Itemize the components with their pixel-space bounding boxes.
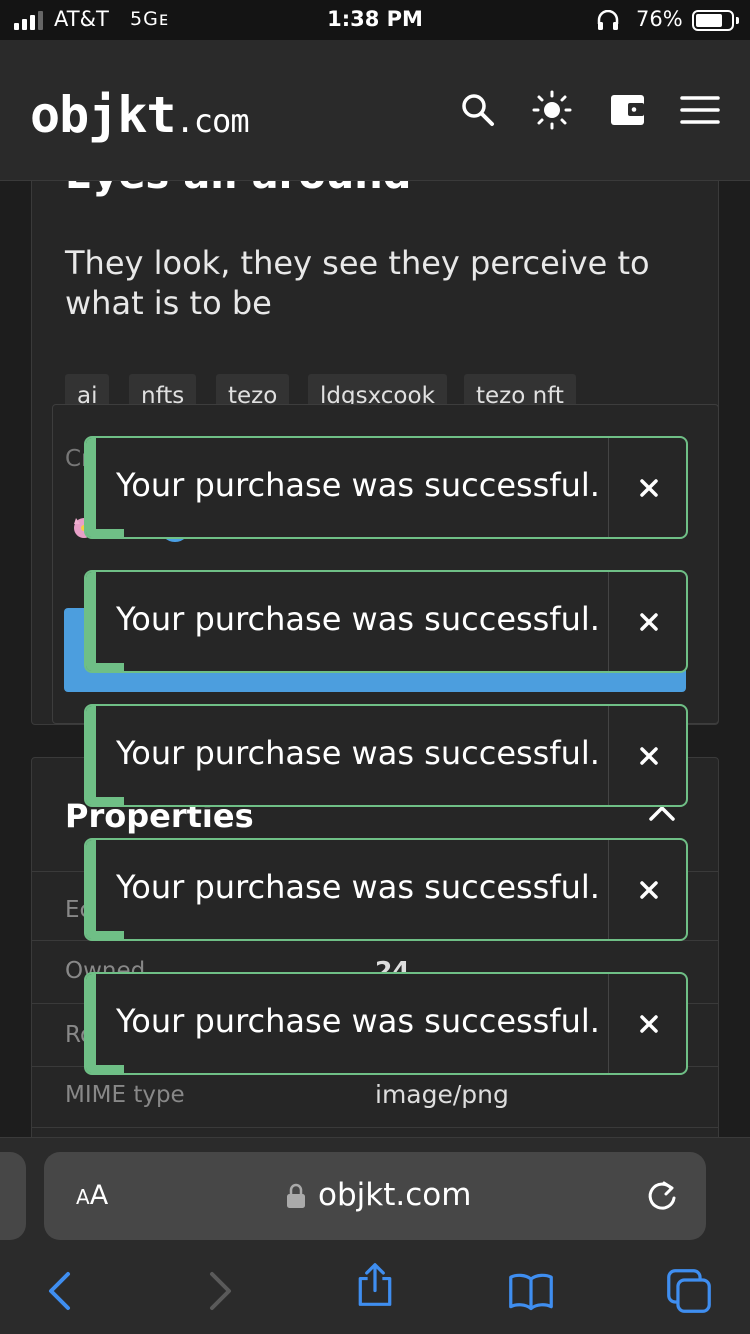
reload-icon[interactable] — [645, 1179, 679, 1213]
toast-message: Your purchase was successful. — [116, 1002, 600, 1040]
close-icon — [639, 1014, 658, 1033]
property-key-mime-type: MIME type — [65, 1082, 185, 1108]
text-size-big-a: A — [89, 1180, 109, 1211]
theme-sun-icon[interactable] — [532, 90, 572, 130]
property-value-mime-type: image/png — [375, 1080, 509, 1109]
toast-notification: Your purchase was successful. — [84, 972, 688, 1075]
toast-accent-bar — [86, 840, 96, 939]
headphones-icon — [597, 10, 619, 30]
toast-message: Your purchase was successful. — [116, 734, 600, 772]
toast-progress-bar — [86, 797, 124, 805]
url-text[interactable]: objkt.com — [318, 1177, 471, 1213]
toast-notification: Your purchase was successful. — [84, 436, 688, 539]
toast-progress-bar — [86, 931, 124, 939]
battery-icon — [692, 10, 739, 31]
battery-percent: 76% — [636, 7, 683, 31]
back-arrow-icon[interactable] — [38, 1268, 84, 1314]
toast-notification: Your purchase was successful. — [84, 570, 688, 673]
toast-accent-bar — [86, 706, 96, 805]
forward-arrow-icon[interactable] — [196, 1268, 242, 1314]
text-size-small-a: A — [76, 1185, 90, 1209]
toast-close-button[interactable] — [609, 974, 686, 1073]
token-description: They look, they see they perceive to wha… — [65, 244, 650, 322]
toast-notification: Your purchase was successful. — [84, 704, 688, 807]
toast-accent-bar — [86, 572, 96, 671]
wallet-icon[interactable] — [608, 90, 648, 130]
site-header: objkt.com — [0, 40, 750, 181]
toast-accent-bar — [86, 438, 96, 537]
close-icon — [639, 612, 658, 631]
logo-name: objkt — [30, 86, 177, 144]
toast-message: Your purchase was successful. — [116, 868, 600, 906]
toast-accent-bar — [86, 974, 96, 1073]
toast-progress-bar — [86, 1065, 124, 1073]
previous-tab-preview[interactable] — [0, 1152, 26, 1240]
toast-message: Your purchase was successful. — [116, 466, 600, 504]
lock-icon — [287, 1183, 305, 1208]
text-size-button[interactable]: AA — [76, 1180, 108, 1211]
toast-progress-bar — [86, 529, 124, 537]
toast-close-button[interactable] — [609, 572, 686, 671]
divider — [31, 1127, 719, 1128]
close-icon — [639, 478, 658, 497]
logo-tld: .com — [175, 102, 250, 140]
toast-progress-bar — [86, 663, 124, 671]
search-icon[interactable] — [458, 90, 498, 130]
status-bar: AT&T 5Gᴇ 1:38 PM 76% — [0, 0, 750, 40]
toast-notification: Your purchase was successful. — [84, 838, 688, 941]
menu-icon[interactable] — [680, 90, 720, 130]
toast-close-button[interactable] — [609, 840, 686, 939]
bookmarks-icon[interactable] — [508, 1268, 554, 1314]
close-icon — [639, 880, 658, 899]
share-icon[interactable] — [352, 1262, 398, 1308]
toast-message: Your purchase was successful. — [116, 600, 600, 638]
site-logo[interactable]: objkt.com — [30, 86, 250, 144]
close-icon — [639, 746, 658, 765]
toast-close-button[interactable] — [609, 438, 686, 537]
tabs-icon[interactable] — [666, 1268, 712, 1314]
toast-close-button[interactable] — [609, 706, 686, 805]
